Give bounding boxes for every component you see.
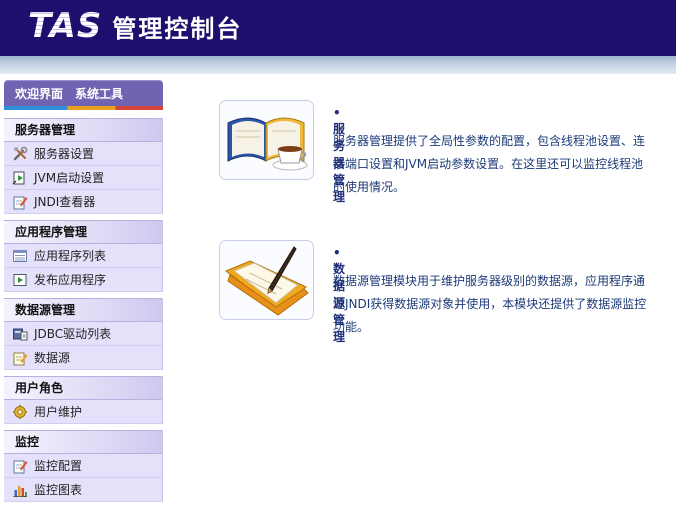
- book-coffee-icon: [219, 100, 314, 180]
- sidebar-item-label: 发布应用程序: [34, 273, 107, 287]
- group-title: 数据源管理: [4, 298, 162, 322]
- sidebar-item-label: 数据源: [34, 351, 71, 365]
- feature-desc-line: 的使用情况。: [333, 180, 406, 194]
- sidebar-item-app-list[interactable]: 应用程序列表: [4, 244, 162, 268]
- folder-pen-icon: [219, 240, 314, 320]
- sidebar-item-jvm-settings[interactable]: JVM启动设置: [4, 166, 162, 190]
- sidebar-item-user-maintenance[interactable]: 用户维护: [4, 400, 162, 424]
- feature-desc-line: 数据源管理模块用于维护服务器级别的数据源，应用程序通: [333, 274, 646, 288]
- sidebar-item-jdbc-drivers[interactable]: JDBC驱动列表: [4, 322, 162, 346]
- sidebar-item-label: 服务器设置: [34, 147, 95, 161]
- sidebar-item-label: 监控配置: [34, 459, 83, 473]
- feature-desc-line: 功能。: [333, 320, 370, 334]
- sidebar: 欢迎界面 系统工具 服务器管理 服务器设置 JVM启动设置 JNDI查看器 应用…: [4, 80, 163, 508]
- sidebar-item-label: 用户维护: [34, 405, 83, 419]
- deploy-icon: [13, 273, 27, 286]
- user-gear-icon: [13, 404, 27, 419]
- group-app-management: 应用程序管理 应用程序列表 发布应用程序: [4, 220, 163, 292]
- sidebar-item-label: JNDI查看器: [34, 195, 96, 209]
- logo-title: 管理控制台: [112, 14, 243, 43]
- sidebar-item-label: 应用程序列表: [34, 249, 107, 263]
- group-datasource-management: 数据源管理 JDBC驱动列表 数据源: [4, 298, 163, 370]
- feature-desc-line: 服务器管理提供了全局性参数的配置，包含线程池设置、连: [333, 134, 646, 148]
- logo: TAS 管理控制台: [28, 6, 242, 46]
- list-icon: [13, 249, 27, 262]
- group-title: 应用程序管理: [4, 220, 162, 244]
- sidebar-item-monitor-config[interactable]: 监控配置: [4, 454, 162, 478]
- logo-tas: TAS: [28, 6, 103, 46]
- group-title: 服务器管理: [4, 118, 162, 142]
- feature-desc-line: 过JNDI获得数据源对象并使用，本模块还提供了数据源监控: [333, 297, 647, 311]
- header: TAS 管理控制台: [0, 0, 676, 56]
- sidebar-item-label: JVM启动设置: [34, 171, 105, 185]
- tools-icon: [13, 146, 28, 160]
- tab-system-tools[interactable]: 系统工具: [75, 85, 123, 102]
- sidebar-item-datasource[interactable]: 数据源: [4, 346, 162, 370]
- header-subbar: [0, 56, 676, 74]
- sidebar-item-server-settings[interactable]: 服务器设置: [4, 142, 162, 166]
- sidebar-tabs: 欢迎界面 系统工具: [4, 80, 163, 106]
- launch-icon: [12, 171, 25, 184]
- feature-desc-line: 接端口设置和JVM启动参数设置。在这里还可以监控线程池: [333, 157, 644, 171]
- bar-chart-icon: [13, 485, 27, 497]
- group-title: 用户角色: [4, 376, 162, 400]
- feature-desc-server: 服务器管理提供了全局性参数的配置，包含线程池设置、连 接端口设置和JVM启动参数…: [333, 130, 653, 199]
- tab-welcome[interactable]: 欢迎界面: [15, 85, 63, 102]
- edit-document-icon: [13, 196, 28, 209]
- sidebar-item-monitor-charts[interactable]: 监控图表: [4, 478, 162, 502]
- edit-document-icon: [13, 460, 28, 473]
- sidebar-item-label: 监控图表: [34, 483, 83, 497]
- datasource-icon: [13, 352, 28, 365]
- feature-desc-datasource: 数据源管理模块用于维护服务器级别的数据源，应用程序通 过JNDI获得数据源对象并…: [333, 270, 653, 339]
- sidebar-item-label: JDBC驱动列表: [34, 327, 112, 341]
- group-server-management: 服务器管理 服务器设置 JVM启动设置 JNDI查看器: [4, 118, 163, 214]
- group-title: 监控: [4, 430, 162, 454]
- sidebar-item-deploy-app[interactable]: 发布应用程序: [4, 268, 162, 292]
- driver-icon: [13, 328, 28, 340]
- group-user-roles: 用户角色 用户维护: [4, 376, 163, 424]
- group-monitoring: 监控 监控配置 监控图表: [4, 430, 163, 502]
- sidebar-item-jndi-viewer[interactable]: JNDI查看器: [4, 190, 162, 214]
